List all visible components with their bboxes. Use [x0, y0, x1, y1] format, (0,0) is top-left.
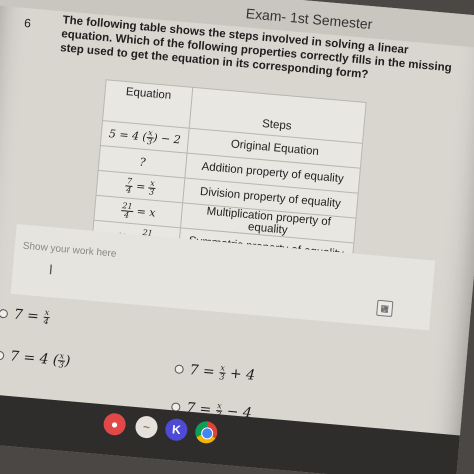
app-wave-icon[interactable]: ~	[134, 415, 159, 440]
calculator-icon[interactable]: ▦	[376, 299, 394, 318]
text-cursor-icon: I	[48, 261, 54, 278]
radio-button[interactable]	[0, 308, 9, 319]
choice-a[interactable]: 7 = x4	[0, 305, 51, 327]
fraction: x3	[219, 363, 227, 382]
fraction: x3	[58, 351, 66, 370]
choice-a-label: 7 = x4	[13, 306, 51, 327]
chrome-icon[interactable]	[194, 420, 219, 445]
work-placeholder: Show your work here	[22, 240, 117, 260]
photo-frame: Exam- 1st Semester 6 The following table…	[0, 0, 474, 474]
fraction: 74	[125, 175, 134, 195]
choice-b[interactable]: 7 = 4 (x 3)	[0, 347, 71, 371]
app-red-icon[interactable]: ●	[102, 412, 127, 437]
radio-button[interactable]	[0, 350, 5, 361]
choice-c-label: 7 = x3 + 4	[188, 362, 256, 384]
choice-c[interactable]: 7 = x3 + 4	[174, 360, 256, 384]
fraction: x3	[148, 178, 157, 197]
fraction: 214	[120, 200, 134, 220]
exam-title: Exam- 1st Semester	[245, 5, 373, 33]
app-k-icon[interactable]: K	[164, 417, 189, 442]
radio-button[interactable]	[174, 364, 185, 375]
laptop-screen: Exam- 1st Semester 6 The following table…	[0, 0, 474, 474]
fraction: x3	[146, 127, 155, 146]
choice-b-label: 7 = 4 (x 3)	[9, 348, 71, 370]
question-number: 6	[23, 15, 32, 31]
fraction: x4	[43, 307, 51, 327]
